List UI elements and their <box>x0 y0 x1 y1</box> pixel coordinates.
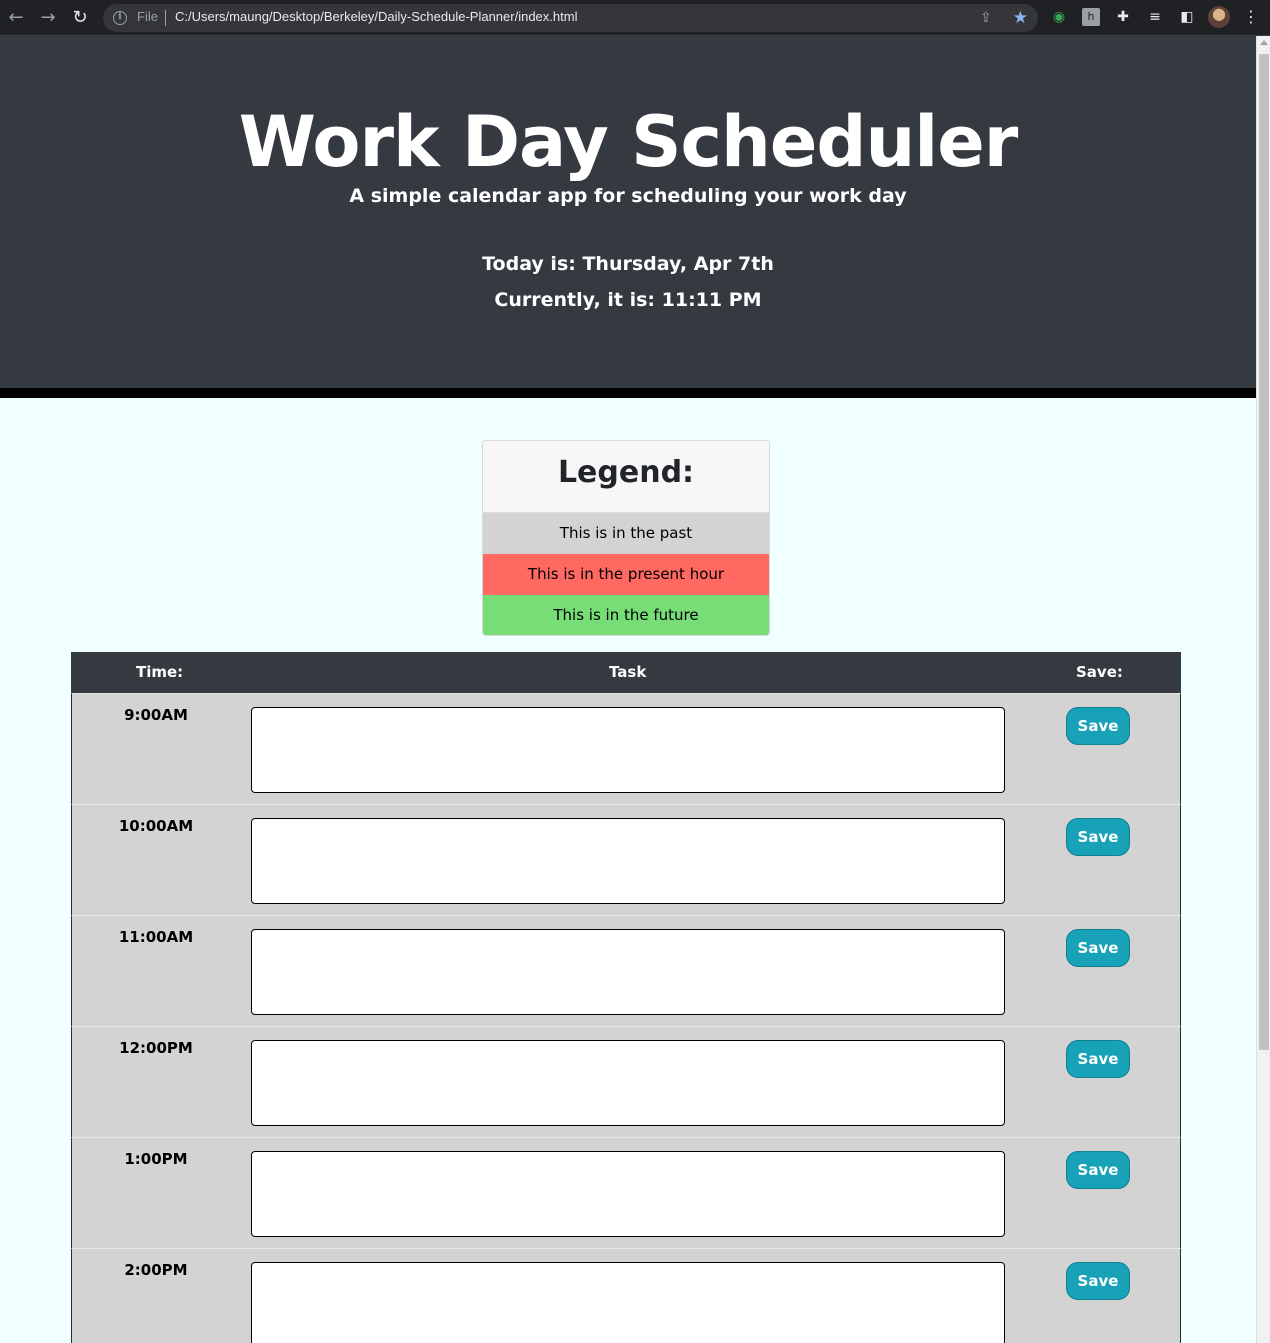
schedule-table: Time: Task Save: 9:00AM Save 10:00AM Sav… <box>71 652 1181 1343</box>
share-icon[interactable]: ⇪ <box>980 10 996 26</box>
header: Work Day Scheduler A simple calendar app… <box>0 36 1256 398</box>
extension-icon[interactable]: ◉ <box>1050 8 1068 26</box>
page-content: Work Day Scheduler A simple calendar app… <box>0 36 1256 1343</box>
current-time: Currently, it is: 11:11 PM <box>494 289 762 311</box>
task-input[interactable] <box>251 707 1005 793</box>
legend-title: Legend: <box>483 441 769 513</box>
hour-label: 11:00AM <box>118 928 194 946</box>
scrollbar[interactable] <box>1256 36 1270 1343</box>
table-row: 12:00PM Save <box>71 1026 1181 1137</box>
scrollbar-thumb[interactable] <box>1259 54 1269 1050</box>
legend-future: This is in the future <box>483 595 769 635</box>
hour-label: 9:00AM <box>124 706 188 724</box>
table-row: 11:00AM Save <box>71 915 1181 1026</box>
task-input[interactable] <box>251 1151 1005 1237</box>
save-button[interactable]: Save <box>1066 1151 1130 1189</box>
column-header-save: Save: <box>1076 663 1123 681</box>
back-arrow-icon[interactable]: ← <box>4 6 28 30</box>
hour-label: 1:00PM <box>124 1150 188 1168</box>
save-button[interactable]: Save <box>1066 929 1130 967</box>
divider <box>165 10 166 26</box>
task-input[interactable] <box>251 818 1005 904</box>
page-title: Work Day Scheduler <box>238 101 1019 183</box>
task-input[interactable] <box>251 1262 1005 1343</box>
legend-present: This is in the present hour <box>483 554 769 595</box>
forward-arrow-icon[interactable]: → <box>36 6 60 30</box>
save-button[interactable]: Save <box>1066 818 1130 856</box>
hour-label: 10:00AM <box>118 817 194 835</box>
task-input[interactable] <box>251 929 1005 1015</box>
table-row: 2:00PM Save <box>71 1248 1181 1343</box>
legend: Legend: This is in the past This is in t… <box>482 440 770 636</box>
current-date: Today is: Thursday, Apr 7th <box>482 253 774 275</box>
puzzle-icon[interactable]: ✚ <box>1114 8 1132 26</box>
table-row: 9:00AM Save <box>71 693 1181 804</box>
url-scheme: File <box>137 9 158 24</box>
address-bar[interactable]: i File C:/Users/maung/Desktop/Berkeley/D… <box>103 4 1038 32</box>
extension-icon[interactable]: h <box>1082 8 1100 26</box>
column-header-task: Task <box>609 663 647 681</box>
profile-avatar[interactable] <box>1208 6 1230 28</box>
reload-icon[interactable]: ↻ <box>68 6 92 30</box>
legend-past: This is in the past <box>483 513 769 554</box>
url-text[interactable]: C:/Users/maung/Desktop/Berkeley/Daily-Sc… <box>175 9 577 24</box>
save-button[interactable]: Save <box>1066 707 1130 745</box>
info-icon[interactable]: i <box>113 11 127 25</box>
save-button[interactable]: Save <box>1066 1262 1130 1300</box>
kebab-menu-icon[interactable]: ⋮ <box>1243 6 1259 28</box>
hour-label: 12:00PM <box>119 1039 193 1057</box>
table-row: 1:00PM Save <box>71 1137 1181 1248</box>
table-header: Time: Task Save: <box>71 652 1181 693</box>
bookmark-star-icon[interactable]: ★ <box>1013 8 1028 28</box>
task-input[interactable] <box>251 1040 1005 1126</box>
reading-list-icon[interactable]: ≡ <box>1146 8 1164 26</box>
column-header-time: Time: <box>136 663 184 681</box>
browser-toolbar: ← → ↻ i File C:/Users/maung/Desktop/Berk… <box>0 0 1270 36</box>
table-row: 10:00AM Save <box>71 804 1181 915</box>
hour-label: 2:00PM <box>124 1261 188 1279</box>
scroll-up-arrow-icon[interactable] <box>1260 40 1268 45</box>
save-button[interactable]: Save <box>1066 1040 1130 1078</box>
side-panel-icon[interactable]: ◧ <box>1178 8 1196 26</box>
page-subtitle: A simple calendar app for scheduling you… <box>349 185 907 207</box>
